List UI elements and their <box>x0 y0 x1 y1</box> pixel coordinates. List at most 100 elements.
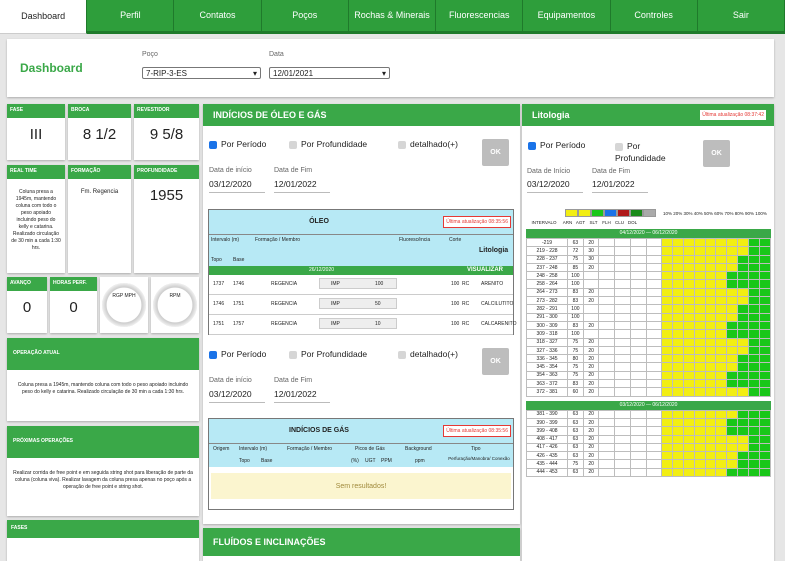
cell-corte: 100 <box>451 321 460 327</box>
bar-cell <box>704 409 717 419</box>
cell-empty <box>645 467 663 478</box>
cell-empty <box>629 370 647 381</box>
periodo-option[interactable]: Por Período <box>209 139 266 149</box>
lito-data-fim-input[interactable]: 12/01/2022 <box>592 179 648 193</box>
cell-empty <box>614 337 631 347</box>
bar-cell <box>758 254 772 264</box>
bar-cell <box>726 246 739 256</box>
bar-cell <box>726 262 739 273</box>
cell-rc: RC <box>462 301 470 307</box>
cell-arn: 83 <box>567 287 584 298</box>
cell-empty <box>645 459 663 469</box>
cell-empty <box>629 271 647 281</box>
bar-cell <box>715 459 728 469</box>
bar-cell <box>672 387 684 397</box>
lito-ok-button[interactable]: OK <box>703 140 730 167</box>
bar-cell <box>715 279 728 289</box>
bar-cell <box>704 442 717 453</box>
detalhado-option-gas[interactable]: detalhado(+) <box>398 349 458 359</box>
cell-empty <box>598 287 616 298</box>
bar-cell <box>704 246 717 256</box>
profundidade-option[interactable]: Por Profundidade <box>289 139 367 149</box>
cell-empty <box>614 459 631 469</box>
bar-cell <box>758 287 772 298</box>
profundidade-option-gas[interactable]: Por Profundidade <box>289 349 367 359</box>
nav-tab-5[interactable]: Fluorescencias <box>436 0 524 34</box>
col-intervalo-gas: Intervalo (m) <box>239 446 268 452</box>
nav-tab-2[interactable]: Contatos <box>174 0 262 34</box>
lito-periodo-option[interactable]: Por Período <box>528 140 585 150</box>
bar-cell <box>748 312 760 322</box>
cell-empty <box>629 459 647 469</box>
cell-agt: 20 <box>582 354 600 364</box>
poco-label: Poço <box>142 51 158 58</box>
nav-tab-3[interactable]: Poços <box>261 0 349 34</box>
ok-button-gas[interactable]: OK <box>482 348 509 375</box>
nav-tab-6[interactable]: Equipamentos <box>523 0 611 34</box>
data-select[interactable]: 12/01/2021 ▾ <box>269 67 390 79</box>
bar-cell <box>682 287 695 298</box>
data-inicio-input[interactable]: 03/12/2020 <box>209 179 265 193</box>
bar-cell <box>704 254 717 264</box>
bar-cell <box>672 287 684 298</box>
detalhado-option[interactable]: detalhado(+) <box>398 139 458 149</box>
cell-empty <box>614 434 631 444</box>
cell-intervalo: 237 - 248 <box>525 262 569 273</box>
oleo-title-bar: ÓLEO Última atualização 08:35:56 <box>209 210 513 234</box>
nav-tab-4[interactable]: Rochas & Minerais <box>348 0 437 34</box>
bar-cell <box>682 304 695 314</box>
bar-cell <box>748 320 760 331</box>
lito-data-inicio-input[interactable]: 03/12/2020 <box>527 179 583 193</box>
col-tipo: Tipo <box>471 446 481 452</box>
bar-cell <box>704 370 717 381</box>
data-fim-input[interactable]: 12/01/2022 <box>274 179 330 193</box>
col-corte: Corte <box>449 237 462 243</box>
bar-cell <box>715 237 728 248</box>
cell-empty <box>645 362 663 372</box>
poco-select[interactable]: 7-RIP-3-ES ▾ <box>142 67 261 79</box>
cell-empty <box>645 387 663 397</box>
bar-cell <box>737 296 750 306</box>
bar-cell <box>693 345 706 356</box>
nav-tab-1[interactable]: Perfil <box>87 0 175 34</box>
data-inicio-input-gas[interactable]: 03/12/2020 <box>209 389 265 403</box>
cell-intervalo: 381 - 390 <box>525 409 569 419</box>
nav-tab-0[interactable]: Dashboard <box>0 0 88 34</box>
cell-empty <box>614 362 631 372</box>
oleo-title: ÓLEO <box>309 218 329 225</box>
bar-cell <box>726 312 739 322</box>
proximas-card: PRÓXIMAS OPERAÇÕES Realizar corrida de f… <box>7 426 199 516</box>
cell-empty <box>629 287 647 298</box>
bar-cell <box>748 304 760 314</box>
periodo-option-gas[interactable]: Por Período <box>209 349 266 359</box>
bar-cell <box>748 379 760 389</box>
bar-cell <box>672 254 684 264</box>
cell-empty <box>629 304 647 314</box>
bar-cell <box>704 337 717 347</box>
lito-profundidade-option[interactable]: Por Profundidade <box>615 140 675 164</box>
bar-cell <box>758 345 772 356</box>
bar-cell <box>661 345 674 356</box>
bar-cell <box>758 362 772 372</box>
cell-form: REGENCIA <box>271 321 298 327</box>
bar-cell <box>672 409 684 419</box>
bar-cell <box>693 417 706 428</box>
ok-button[interactable]: OK <box>482 139 509 166</box>
table-row: 1746 1751 REGENCIA IMP 50 100 RC CALCILUTITO <box>209 295 513 315</box>
cell-intervalo: 390 - 399 <box>525 417 569 428</box>
col-background: Background <box>405 446 432 452</box>
cell-topo: 1751 <box>213 321 225 327</box>
nav-tab-8[interactable]: Sair <box>697 0 785 34</box>
nav-tab-7[interactable]: Controles <box>610 0 698 34</box>
bar-cell <box>693 237 706 248</box>
cell-intervalo: 417 - 426 <box>525 442 569 453</box>
bar-cell <box>661 287 674 298</box>
cell-intervalo: 363 - 372 <box>525 379 569 389</box>
data-fim-input-gas[interactable]: 12/01/2022 <box>274 389 330 403</box>
cell-arn: 83 <box>567 296 584 306</box>
visualizar-button[interactable]: VISUALIZAR <box>467 267 503 273</box>
cell-empty <box>598 320 616 331</box>
bar-cell <box>737 262 750 273</box>
bar-cell <box>693 246 706 256</box>
cell-intervalo: 228 - 237 <box>525 254 569 264</box>
